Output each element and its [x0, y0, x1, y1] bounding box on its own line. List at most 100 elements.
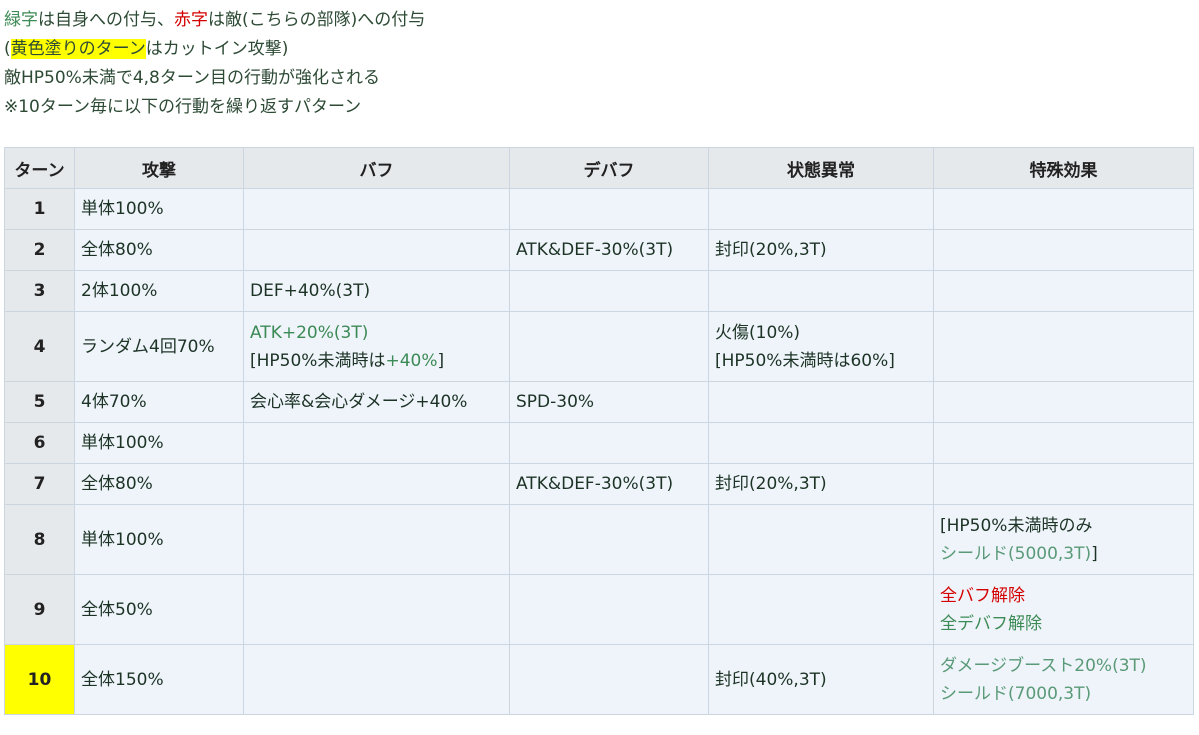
- special-cell: [933, 422, 1194, 464]
- attack-cell: 全体50%: [74, 574, 244, 645]
- legend-text: は自身への付与、: [38, 10, 174, 30]
- buff-cell: [243, 229, 510, 271]
- attack-cell: 4体70%: [74, 381, 244, 423]
- buff-cell: [243, 644, 510, 715]
- condition-text: ]: [437, 350, 445, 371]
- turn-cell: 2: [4, 229, 75, 271]
- attack-cell: 全体80%: [74, 463, 244, 505]
- debuff-cell: [509, 644, 709, 715]
- debuff-cell: [509, 311, 709, 382]
- buff-line: [HP50%未満時は+40%]: [250, 347, 503, 375]
- attack-cell: 単体100%: [74, 188, 244, 230]
- table-row: 8 単体100% [HP50%未満時のみ シールド(5000,3T)]: [4, 504, 1194, 575]
- condition-text: ]: [1091, 543, 1098, 564]
- legend-line-cutin: (黄色塗りのターンはカットイン攻撃): [4, 35, 425, 64]
- special-cell: 全バフ解除 全デバフ解除: [933, 574, 1194, 645]
- debuff-cell: ATK&DEF-30%(3T): [509, 229, 709, 271]
- status-cell: 封印(20%,3T): [708, 463, 934, 505]
- debuff-cell: SPD-30%: [509, 381, 709, 423]
- special-cell: [933, 188, 1194, 230]
- status-cell: 封印(20%,3T): [708, 229, 934, 271]
- enemy-action-table: ターン 攻撃 バフ デバフ 状態異常 特殊効果 1 単体100% 2 全体80%…: [4, 147, 1194, 715]
- header-buff: バフ: [243, 147, 510, 189]
- shield-effect: シールド(5000,3T): [940, 543, 1092, 564]
- special-line: [HP50%未満時のみ: [940, 515, 1093, 536]
- red-text-legend: 赤字: [174, 10, 208, 30]
- special-cell: ダメージブースト20%(3T) シールド(7000,3T): [933, 644, 1194, 715]
- debuff-cell: ATK&DEF-30%(3T): [509, 463, 709, 505]
- special-line: 全バフ解除: [940, 585, 1025, 606]
- turn-cell: 1: [4, 188, 75, 230]
- header-debuff: デバフ: [509, 147, 709, 189]
- turn-cell: 5: [4, 381, 75, 423]
- legend-text: はカットイン攻撃): [145, 39, 289, 59]
- header-turn: ターン: [4, 147, 75, 189]
- table-row: 4 ランダム4回70% ATK+20%(3T) [HP50%未満時は+40%] …: [4, 311, 1194, 382]
- special-cell: [933, 270, 1194, 312]
- turn-cell-cutin: 10: [4, 644, 75, 715]
- status-cell: [708, 188, 934, 230]
- buff-cell: [243, 504, 510, 575]
- table-header-row: ターン 攻撃 バフ デバフ 状態異常 特殊効果: [4, 147, 1194, 189]
- status-cell: 火傷(10%) [HP50%未満時は60%]: [708, 311, 934, 382]
- attack-cell: ランダム4回70%: [74, 311, 244, 382]
- legend-line-hp-condition: 敵HP50%未満で4,8ターン目の行動が強化される: [4, 68, 381, 88]
- special-cell: [933, 381, 1194, 423]
- green-text-legend: 緑字: [4, 10, 38, 30]
- special-line: シールド(5000,3T)]: [940, 540, 1187, 568]
- legend-text: は敵(こちらの部隊)への付与: [208, 10, 426, 30]
- status-cell: 封印(40%,3T): [708, 644, 934, 715]
- condition-text: [HP50%未満時は: [250, 350, 386, 371]
- buff-cell: [243, 463, 510, 505]
- status-cell: [708, 422, 934, 464]
- buff-line: ATK+20%(3T): [250, 322, 369, 343]
- status-cell: [708, 504, 934, 575]
- header-status: 状態異常: [708, 147, 934, 189]
- buff-cell: [243, 574, 510, 645]
- special-cell: [HP50%未満時のみ シールド(5000,3T)]: [933, 504, 1194, 575]
- debuff-cell: [509, 422, 709, 464]
- buff-cell: [243, 188, 510, 230]
- legend-line-colors: 緑字は自身への付与、赤字は敵(こちらの部隊)への付与: [4, 6, 425, 35]
- status-line: [HP50%未満時は60%]: [715, 350, 895, 371]
- debuff-cell: [509, 270, 709, 312]
- special-line: 全デバフ解除: [940, 613, 1042, 634]
- attack-cell: 2体100%: [74, 270, 244, 312]
- table-row: 5 4体70% 会心率&会心ダメージ+40% SPD-30%: [4, 381, 1194, 423]
- status-cell: [708, 574, 934, 645]
- yellow-highlight-legend: 黄色塗りのターン: [10, 39, 146, 59]
- buff-cell: DEF+40%(3T): [243, 270, 510, 312]
- status-line: 火傷(10%): [715, 322, 801, 343]
- turn-cell: 4: [4, 311, 75, 382]
- special-line: シールド(7000,3T): [940, 683, 1092, 704]
- turn-cell: 8: [4, 504, 75, 575]
- table-row: 2 全体80% ATK&DEF-30%(3T) 封印(20%,3T): [4, 229, 1194, 271]
- turn-cell: 9: [4, 574, 75, 645]
- table-row: 7 全体80% ATK&DEF-30%(3T) 封印(20%,3T): [4, 463, 1194, 505]
- header-special: 特殊効果: [933, 147, 1194, 189]
- attack-cell: 単体100%: [74, 422, 244, 464]
- special-cell: [933, 229, 1194, 271]
- table-row: 6 単体100%: [4, 422, 1194, 464]
- attack-cell: 全体80%: [74, 229, 244, 271]
- buff-cell: [243, 422, 510, 464]
- turn-cell: 7: [4, 463, 75, 505]
- table-row: 1 単体100%: [4, 188, 1194, 230]
- legend-text: (: [4, 39, 11, 59]
- turn-cell: 6: [4, 422, 75, 464]
- attack-cell: 全体150%: [74, 644, 244, 715]
- table-row: 3 2体100% DEF+40%(3T): [4, 270, 1194, 312]
- status-cell: [708, 270, 934, 312]
- legend-line-repeat: ※10ターン毎に以下の行動を繰り返すパターン: [4, 97, 362, 117]
- conditional-buff-value: +40%: [385, 350, 438, 371]
- debuff-cell: [509, 504, 709, 575]
- table-row: 9 全体50% 全バフ解除 全デバフ解除: [4, 574, 1194, 645]
- debuff-cell: [509, 188, 709, 230]
- status-cell: [708, 381, 934, 423]
- turn-cell: 3: [4, 270, 75, 312]
- table-row: 10 全体150% 封印(40%,3T) ダメージブースト20%(3T) シール…: [4, 644, 1194, 715]
- buff-cell: 会心率&会心ダメージ+40%: [243, 381, 510, 423]
- special-cell: [933, 311, 1194, 382]
- buff-cell: ATK+20%(3T) [HP50%未満時は+40%]: [243, 311, 510, 382]
- special-cell: [933, 463, 1194, 505]
